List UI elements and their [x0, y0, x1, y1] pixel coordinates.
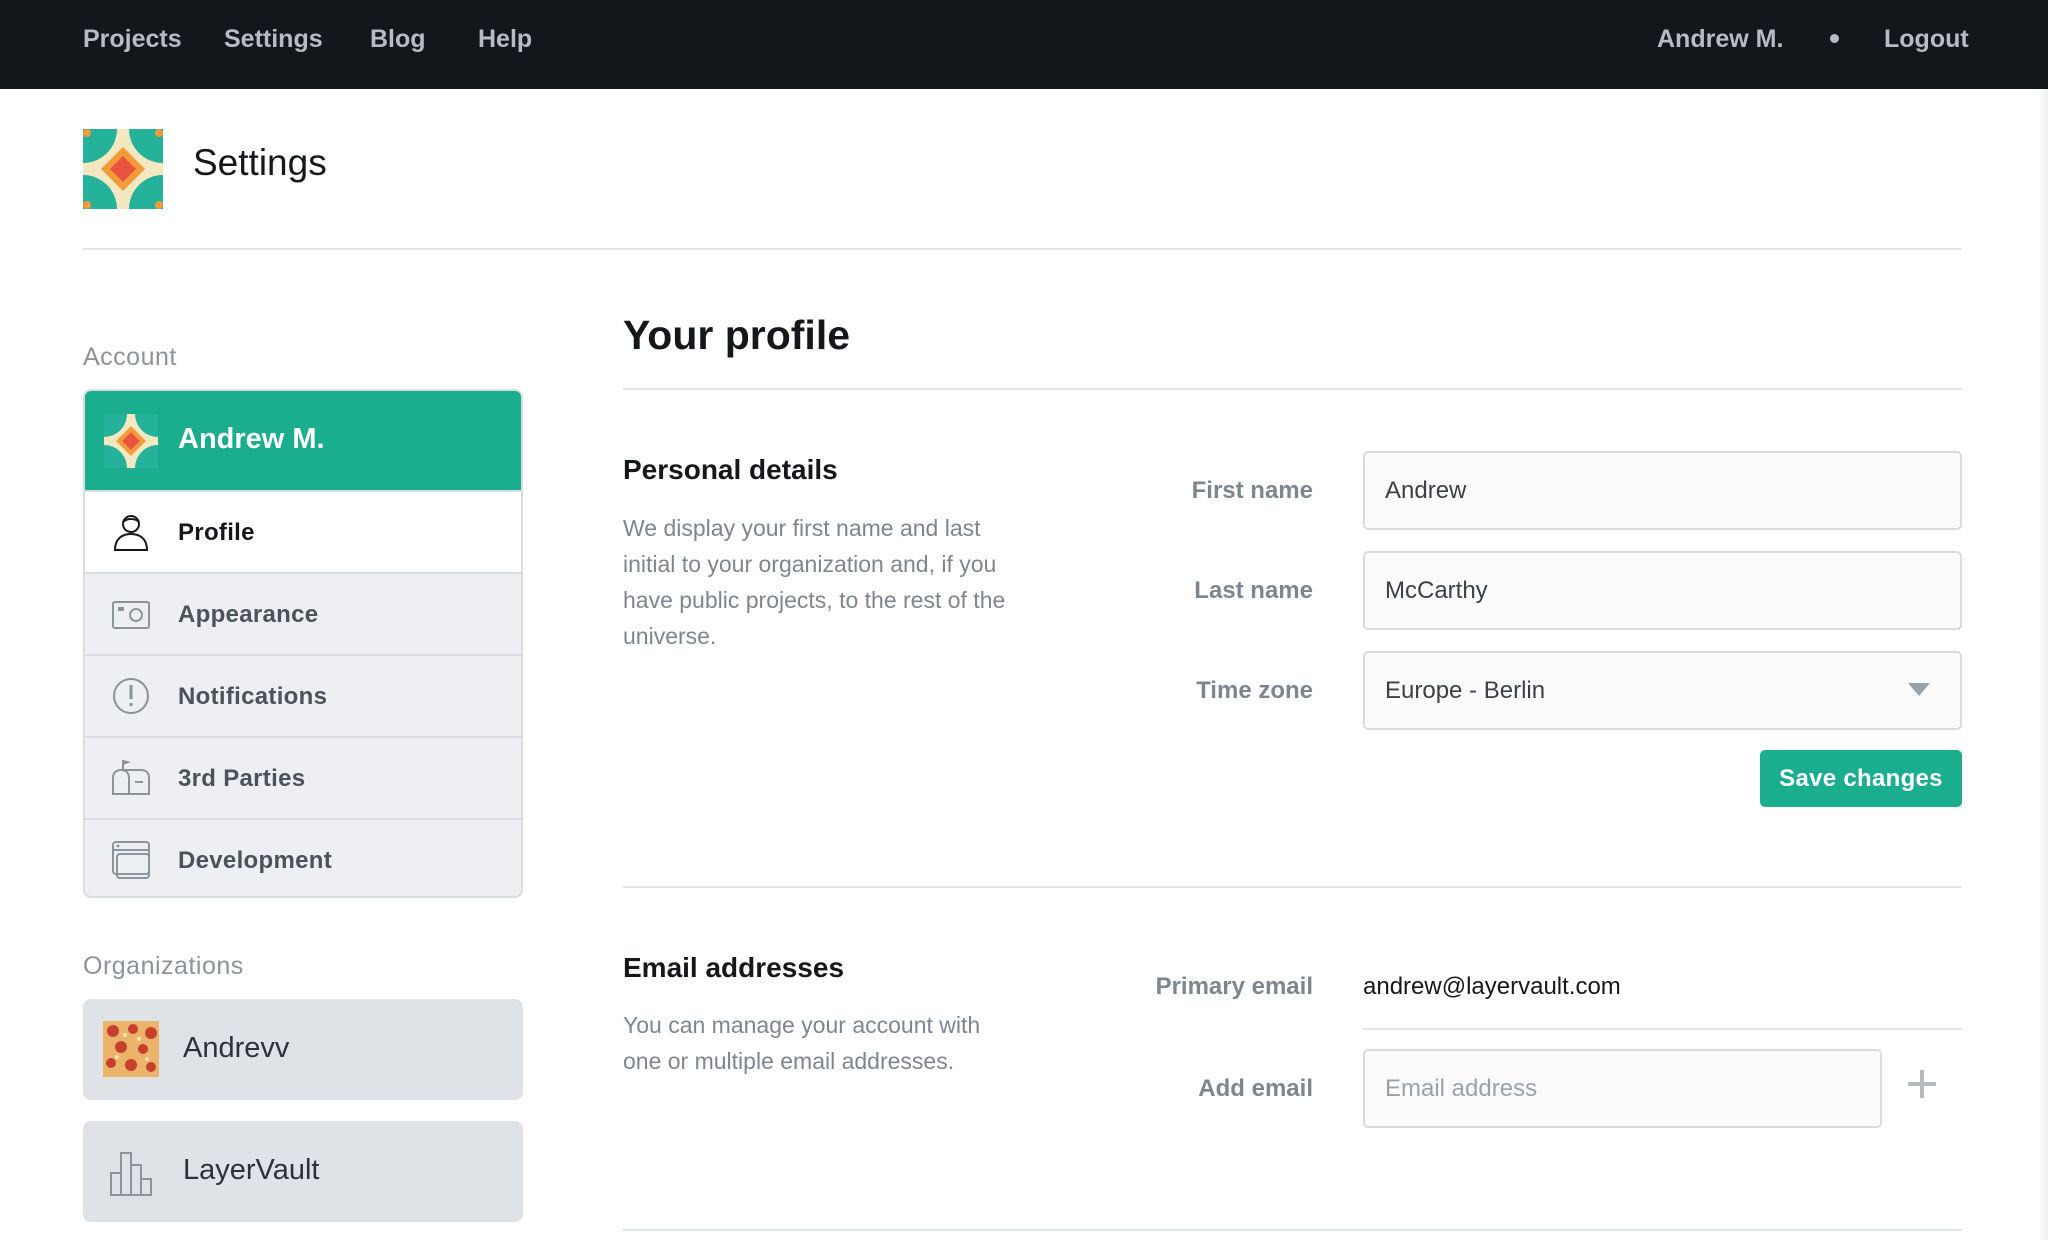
nav-link-blog[interactable]: Blog	[370, 0, 426, 89]
photo-frame-icon	[112, 601, 150, 629]
chevron-down-icon[interactable]	[1908, 683, 1930, 696]
sidebar-item-label: Appearance	[178, 601, 319, 628]
last-name-label: Last name	[1194, 577, 1313, 604]
alert-circle-icon	[113, 678, 149, 714]
bar-chart-icon	[110, 1152, 152, 1196]
sidebar-item-label: Notifications	[178, 683, 328, 710]
sidebar-item-label: 3rd Parties	[178, 765, 306, 792]
email-divider	[1363, 1028, 1962, 1030]
browser-window-icon	[112, 841, 150, 879]
app-logo-icon	[83, 129, 163, 209]
nav-link-settings[interactable]: Settings	[224, 0, 323, 89]
account-header[interactable]: Andrew M.	[85, 391, 521, 490]
title-divider	[623, 388, 1962, 390]
sidebar-item-development[interactable]: Development	[85, 818, 521, 896]
nav-user-name[interactable]: Andrew M.	[1657, 0, 1783, 89]
first-name-label: First name	[1191, 477, 1313, 504]
email-addresses-title: Email addresses	[623, 952, 845, 983]
primary-email-label: Primary email	[1155, 973, 1313, 1000]
logout-link[interactable]: Logout	[1884, 0, 1969, 89]
org-name: Andrevv	[183, 1032, 290, 1064]
page-title: Settings	[193, 142, 327, 183]
nav-link-projects[interactable]: Projects	[83, 0, 182, 89]
add-email-label: Add email	[1198, 1075, 1313, 1102]
account-name: Andrew M.	[178, 423, 325, 455]
sidebar-item-appearance[interactable]: Appearance	[85, 572, 521, 654]
sidebar-item-profile[interactable]: Profile	[85, 490, 521, 572]
header-divider	[83, 248, 1962, 250]
bottom-divider	[623, 1229, 1962, 1231]
primary-email-value: andrew@layervault.com	[1363, 973, 1621, 1000]
org-card-layervault[interactable]: LayerVault	[83, 1121, 523, 1222]
organizations-heading: Organizations	[83, 952, 244, 980]
last-name-field[interactable]: McCarthy	[1363, 551, 1962, 630]
person-icon	[113, 515, 149, 551]
personal-details-description: We display your first name and last init…	[623, 515, 1006, 649]
sidebar-item-notifications[interactable]: Notifications	[85, 654, 521, 736]
profile-title: Your profile	[623, 312, 851, 358]
time-zone-label: Time zone	[1196, 677, 1313, 704]
sidebar-item-label: Profile	[178, 519, 255, 546]
window-edge-shadow	[2038, 89, 2048, 1240]
time-zone-select[interactable]: Europe - Berlin	[1363, 651, 1962, 730]
sidebar-item-label: Development	[178, 847, 333, 874]
save-changes-button[interactable]: Save changes	[1760, 750, 1962, 807]
nav-link-help[interactable]: Help	[478, 0, 532, 89]
nav-separator-dot	[1830, 34, 1839, 43]
user-avatar-icon	[104, 414, 158, 468]
add-email-plus-icon[interactable]	[1908, 1070, 1936, 1098]
first-name-field[interactable]: Andrew	[1363, 451, 1962, 530]
org-card-andrevv[interactable]: Andrevv	[83, 999, 523, 1100]
top-nav-bar: Projects Settings Blog Help Andrew M. Lo…	[0, 0, 2048, 89]
section-divider	[623, 886, 1962, 888]
add-email-field[interactable]: Email address	[1363, 1049, 1882, 1128]
email-addresses-description: You can manage your account with one or …	[623, 1012, 981, 1074]
org-name: LayerVault	[183, 1154, 320, 1186]
account-menu: Andrew M. Profile Appearance Notificatio…	[83, 389, 523, 898]
personal-details-title: Personal details	[623, 454, 838, 485]
sidebar-item-3rd-parties[interactable]: 3rd Parties	[85, 736, 521, 818]
pizza-icon	[103, 1021, 159, 1077]
mailbox-icon	[112, 760, 150, 795]
account-heading: Account	[83, 343, 177, 371]
